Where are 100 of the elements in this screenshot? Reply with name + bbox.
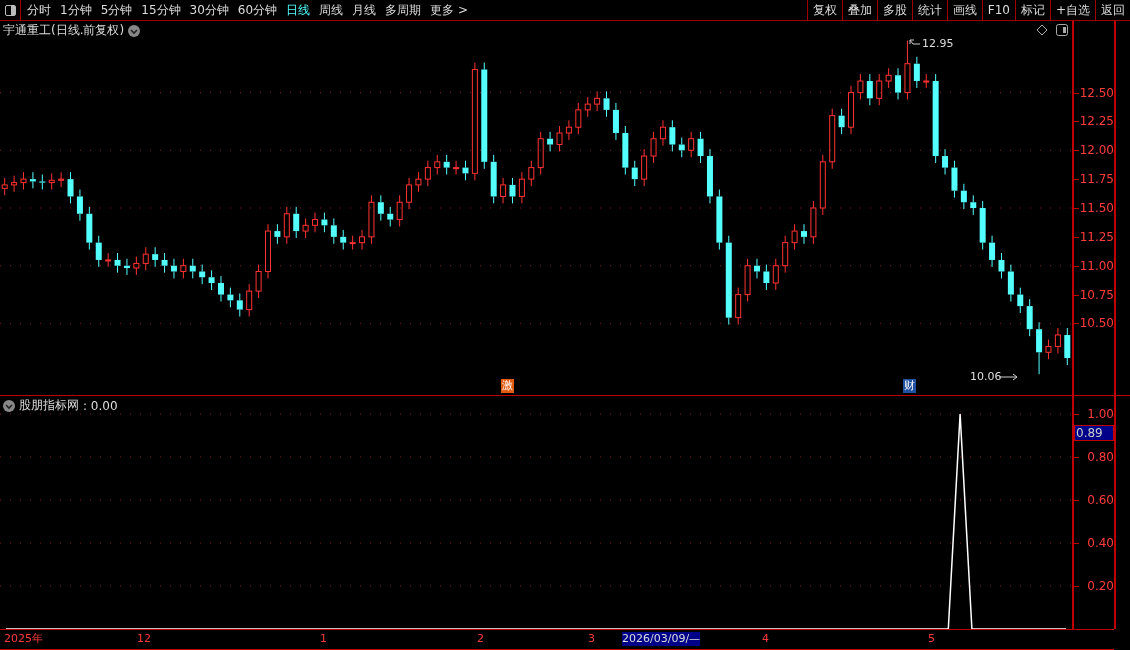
- date-label: 2026/03/09/—: [622, 632, 701, 646]
- event-marker[interactable]: 激: [501, 379, 514, 393]
- candlestick: [631, 160, 638, 187]
- toolbar-button[interactable]: 叠加: [841, 0, 877, 20]
- axis-label: 11.50: [1079, 200, 1114, 216]
- cursor-value-label: 0.89: [1074, 425, 1114, 441]
- candlestick: [838, 108, 845, 135]
- candlestick: [443, 154, 450, 176]
- candlestick: [697, 131, 704, 164]
- period-tab[interactable]: 周线: [319, 1, 344, 19]
- toolbar-button[interactable]: +自选: [1049, 0, 1095, 20]
- period-tab[interactable]: 60分钟: [237, 1, 278, 19]
- candlestick: [76, 189, 83, 222]
- toolbar-button[interactable]: 返回: [1095, 0, 1130, 20]
- candlestick: [86, 206, 93, 251]
- toolbar-button[interactable]: 统计: [911, 0, 947, 20]
- candlestick: [236, 292, 243, 318]
- axis-label: 12.25: [1079, 113, 1114, 130]
- candlestick: [565, 119, 572, 141]
- candlestick: [1036, 321, 1043, 375]
- period-tab[interactable]: 30分钟: [189, 1, 229, 19]
- period-tab[interactable]: 更多 >: [430, 1, 468, 19]
- candlestick: [453, 160, 460, 176]
- candlestick: [848, 85, 855, 135]
- axis-label: 11.25: [1079, 228, 1114, 245]
- axis-label: 11.00: [1079, 257, 1114, 274]
- candlestick: [866, 73, 873, 106]
- candlestick: [603, 90, 610, 118]
- candlestick: [274, 223, 281, 245]
- candlestick: [970, 194, 977, 216]
- date-label: 3: [588, 632, 595, 646]
- low-price-label: 10.06: [970, 370, 1002, 383]
- toolbar-button[interactable]: F10: [981, 0, 1015, 20]
- date-label: 4: [762, 632, 769, 646]
- candlestick: [932, 73, 939, 164]
- candlestick: [105, 252, 112, 268]
- date-label: 2: [477, 632, 484, 646]
- candlestick: [1007, 264, 1014, 302]
- axis-label: 10.50: [1079, 315, 1114, 332]
- candlestick: [1054, 327, 1061, 354]
- candlestick: [471, 62, 478, 181]
- candlestick: [913, 56, 920, 89]
- period-tab[interactable]: 日线: [286, 1, 311, 19]
- candlestick: [960, 183, 967, 210]
- candlestick: [518, 171, 525, 204]
- axis-label: 0.80: [1087, 449, 1114, 465]
- candlestick: [998, 252, 1005, 279]
- candlestick: [622, 125, 629, 176]
- candlestick: [217, 275, 224, 302]
- candlestick: [48, 172, 55, 191]
- date-label: 12: [137, 632, 151, 646]
- candlestick: [942, 148, 949, 176]
- candlestick: [500, 177, 507, 204]
- axis-label: 12.50: [1079, 84, 1114, 101]
- toolbar-button[interactable]: 画线: [946, 0, 982, 20]
- candlestick: [67, 171, 74, 204]
- candlestick: [641, 148, 648, 187]
- toolbar-button[interactable]: 复权: [806, 0, 842, 20]
- candlestick: [359, 229, 366, 251]
- candlestick: [725, 235, 732, 326]
- candlestick: [801, 223, 807, 245]
- period-tab[interactable]: 多周期: [385, 1, 422, 19]
- candlestick: [509, 177, 516, 204]
- candlestick: [490, 154, 497, 204]
- high-price-label: 12.95: [922, 37, 954, 50]
- axis-label: 1.00: [1087, 406, 1114, 422]
- candlestick: [424, 160, 431, 187]
- indicator-value: : 0.00: [83, 398, 118, 413]
- period-tab[interactable]: 1分钟: [60, 1, 92, 19]
- toolbar-button[interactable]: 标记: [1014, 0, 1050, 20]
- candlestick: [989, 235, 996, 268]
- candlestick: [659, 119, 666, 147]
- period-tab[interactable]: 5分钟: [100, 1, 133, 19]
- period-tab[interactable]: 分时: [27, 1, 51, 19]
- axis-label: 0.60: [1087, 492, 1114, 508]
- candlestick: [895, 67, 902, 100]
- candlestick: [114, 252, 121, 274]
- candlestick: [340, 229, 347, 251]
- candlestick: [406, 177, 413, 210]
- candlestick: [161, 252, 168, 274]
- axis-label: 12.00: [1079, 142, 1114, 159]
- candlestick: [706, 148, 713, 204]
- candlestick: [330, 217, 337, 245]
- candlestick: [152, 246, 159, 268]
- candlestick: [547, 131, 554, 152]
- candlestick: [594, 90, 601, 112]
- toolbar-button[interactable]: 多股: [876, 0, 912, 20]
- period-tab[interactable]: 月线: [352, 1, 377, 19]
- axis-label: 0.20: [1087, 578, 1114, 594]
- event-marker[interactable]: 财: [903, 379, 916, 393]
- axis-label: 0.40: [1087, 535, 1114, 551]
- candlestick: [95, 235, 102, 268]
- period-tab[interactable]: 15分钟: [141, 1, 181, 19]
- date-label: 2025年: [4, 632, 43, 646]
- candlestick: [1064, 327, 1071, 366]
- candlestick: [1017, 287, 1024, 314]
- candlestick: [312, 212, 319, 233]
- candlestick: [979, 200, 986, 251]
- candlestick: [58, 171, 65, 188]
- chart-title: 宇通重工(日线.前复权): [3, 22, 125, 39]
